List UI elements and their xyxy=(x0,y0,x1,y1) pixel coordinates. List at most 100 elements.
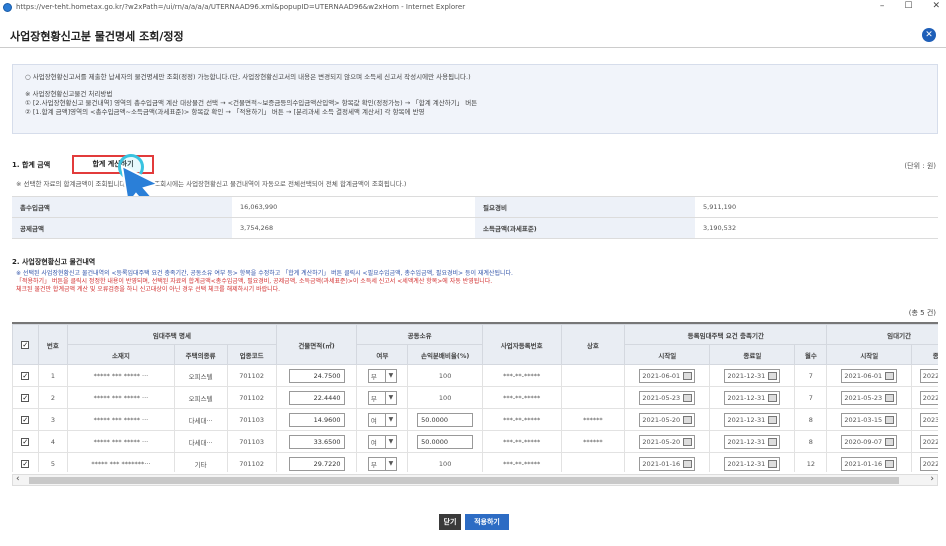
calendar-icon[interactable] xyxy=(885,437,895,446)
calendar-icon[interactable] xyxy=(885,459,895,468)
row-checkbox[interactable]: ✓ xyxy=(21,371,30,380)
calendar-icon[interactable] xyxy=(768,459,778,468)
end-date-input[interactable]: 2021-12-31 xyxy=(724,412,781,427)
row-type: 다세대··· xyxy=(173,430,228,453)
lease-start-input[interactable]: 2020-09-07 xyxy=(841,434,898,449)
chevron-down-icon[interactable]: ▼ xyxy=(384,391,396,404)
joint-select[interactable]: 부 ▼ xyxy=(367,456,397,471)
calendar-icon[interactable] xyxy=(768,437,778,446)
start-date-input[interactable]: 2021-05-20 xyxy=(639,412,696,427)
area-input[interactable]: 14.9600 xyxy=(288,412,345,427)
chevron-down-icon[interactable]: ▼ xyxy=(384,413,396,426)
lease-start-input[interactable]: 2021-05-23 xyxy=(841,390,898,405)
calendar-icon[interactable] xyxy=(683,437,693,446)
joint-select[interactable]: 부 ▼ xyxy=(367,368,397,383)
calendar-icon[interactable] xyxy=(683,393,693,402)
calendar-icon[interactable] xyxy=(768,415,778,424)
browser-icon xyxy=(3,2,12,12)
start-date-input[interactable]: 2021-05-20 xyxy=(639,434,696,449)
window-close-button[interactable]: ✕ xyxy=(932,1,940,11)
lease-start-input[interactable]: 2021-03-15 xyxy=(841,412,898,427)
apply-button[interactable]: 적용하기 xyxy=(465,514,509,530)
chevron-down-icon[interactable]: ▼ xyxy=(384,435,396,448)
col-lease-start: 시작일 xyxy=(826,344,913,365)
table-row[interactable]: ✓ 4 ***** *** ***** ··· 다세대··· 701103 33.6500… xyxy=(12,430,938,453)
ratio-value: 100 xyxy=(438,371,452,380)
row-address: ***** *** ***** ··· xyxy=(67,408,175,431)
calendar-icon[interactable] xyxy=(885,371,895,380)
end-date-input[interactable]: 2021-12-31 xyxy=(724,390,781,405)
popup-close-button[interactable]: ✕ xyxy=(922,28,936,42)
joint-select[interactable]: 여 ▼ xyxy=(367,412,397,427)
joint-value: 여 xyxy=(370,416,377,425)
property-table-container[interactable]: ✓ 번호 임대주택 명세 건물면적(㎡) 공동소유 사업자등록번호 상호 등록임… xyxy=(12,322,938,472)
area-input[interactable]: 24.7500 xyxy=(288,368,345,383)
scroll-left-icon[interactable]: ‹ xyxy=(16,474,20,484)
chevron-down-icon[interactable]: ▼ xyxy=(384,369,396,382)
col-name: 상호 xyxy=(560,324,626,365)
lease-end-input[interactable]: 2022-09-06 xyxy=(919,434,938,449)
calendar-icon[interactable] xyxy=(683,371,693,380)
col-no: 번호 xyxy=(37,324,69,365)
lease-end-input[interactable]: 2022-01-16 xyxy=(919,456,938,471)
start-date-input[interactable]: 2021-01-16 xyxy=(639,456,696,471)
row-checkbox[interactable]: ✓ xyxy=(21,459,30,468)
page-title: 사업장현황신고분 물건명세 조회/정정 xyxy=(10,30,184,43)
lease-end-input[interactable]: 2022-05-31 xyxy=(919,368,938,383)
row-checkbox[interactable]: ✓ xyxy=(21,393,30,402)
chevron-down-icon[interactable]: ▼ xyxy=(384,457,396,470)
calendar-icon[interactable] xyxy=(768,371,778,380)
lease-end-input[interactable]: 2023-03-14 xyxy=(919,412,938,427)
col-code: 업종코드 xyxy=(226,344,277,365)
select-all-checkbox[interactable]: ✓ xyxy=(21,340,30,349)
start-date-input[interactable]: 2021-05-23 xyxy=(639,390,696,405)
row-months: 7 xyxy=(794,386,828,409)
minimize-button[interactable]: – xyxy=(880,1,885,11)
joint-select[interactable]: 여 ▼ xyxy=(367,434,397,449)
row-checkbox[interactable]: ✓ xyxy=(21,415,30,424)
calendar-icon[interactable] xyxy=(768,393,778,402)
lease-end-input[interactable]: 2022-05-22 xyxy=(919,390,938,405)
lease-start-input[interactable]: 2021-06-01 xyxy=(841,368,898,383)
property-table: ✓ 번호 임대주택 명세 건물면적(㎡) 공동소유 사업자등록번호 상호 등록임… xyxy=(12,324,938,472)
close-button[interactable]: 닫기 xyxy=(439,514,461,530)
maximize-button[interactable]: ☐ xyxy=(904,1,912,11)
table-row[interactable]: ✓ 3 ***** *** ***** ··· 다세대··· 701103 14.9600… xyxy=(12,408,938,431)
calendar-icon[interactable] xyxy=(885,415,895,424)
start-date-input[interactable]: 2021-06-01 xyxy=(639,368,696,383)
calendar-icon[interactable] xyxy=(885,393,895,402)
horizontal-scrollbar[interactable]: ‹ › xyxy=(12,474,938,486)
row-name xyxy=(560,364,626,387)
row-no: 1 xyxy=(37,364,69,387)
joint-value: 부 xyxy=(370,372,377,381)
scrollbar-thumb[interactable] xyxy=(29,477,899,484)
area-input[interactable]: 29.7220 xyxy=(288,456,345,471)
scroll-right-icon[interactable]: › xyxy=(930,474,934,484)
table-row[interactable]: ✓ 2 ***** *** ***** ··· 오피스텔 701102 22.4440 부 ▼… xyxy=(12,386,938,409)
row-checkbox[interactable]: ✓ xyxy=(21,437,30,446)
ratio-value: 100 xyxy=(438,393,452,402)
taxable-label: 소득금액(과세표준) xyxy=(475,217,695,239)
window-titlebar: https://ver-teht.hometax.go.kr/?w2xPath=… xyxy=(0,0,946,14)
joint-select[interactable]: 부 ▼ xyxy=(367,390,397,405)
end-date-input[interactable]: 2021-12-31 xyxy=(724,456,781,471)
end-date-input[interactable]: 2021-12-31 xyxy=(724,368,781,383)
lease-start-input[interactable]: 2021-01-16 xyxy=(841,456,898,471)
table-row[interactable]: ✓ 5 ***** *** *******··· 기타 701102 29.7220 부 ▼ 1… xyxy=(12,452,938,472)
calendar-icon[interactable] xyxy=(683,415,693,424)
end-date-input[interactable]: 2021-12-31 xyxy=(724,434,781,449)
area-input[interactable]: 22.4440 xyxy=(288,390,345,405)
calendar-icon[interactable] xyxy=(683,459,693,468)
select-all-header[interactable]: ✓ xyxy=(12,324,39,365)
area-input[interactable]: 33.6500 xyxy=(288,434,345,449)
col-ratio: 손익분배비율(%) xyxy=(407,344,483,365)
lease-end-value: 2023-03-14 xyxy=(922,415,938,424)
ratio-input[interactable]: 50.0000 xyxy=(417,434,474,449)
row-name xyxy=(560,386,626,409)
row-type: 오피스텔 xyxy=(173,386,228,409)
col-end: 종료일 xyxy=(709,344,796,365)
end-date-value: 2021-12-31 xyxy=(727,459,766,468)
ratio-input[interactable]: 50.0000 xyxy=(417,412,474,427)
start-date-value: 2021-05-23 xyxy=(642,393,681,402)
table-row[interactable]: ✓ 1 ***** *** ***** ··· 오피스텔 701102 24.7500 부 ▼… xyxy=(12,364,938,387)
